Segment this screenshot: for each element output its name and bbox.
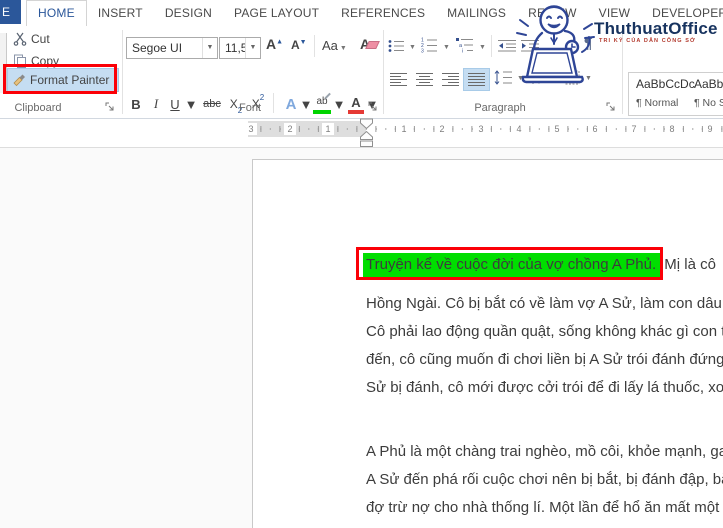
ruler-number: 1 — [322, 123, 334, 135]
text-line[interactable]: A Phủ là một chàng trai nghèo, mồ côi, k… — [366, 438, 723, 466]
multilevel-dropdown-icon[interactable]: ▼ — [479, 44, 486, 51]
ruler-number: 8 — [666, 123, 678, 135]
bullets-dropdown-icon[interactable]: ▼ — [409, 44, 416, 51]
line-spacing-button[interactable] — [494, 70, 512, 85]
cut-label: Cut — [31, 32, 50, 46]
justify-button[interactable] — [463, 68, 490, 91]
tab-file-partial[interactable]: E — [0, 0, 21, 24]
thuthuatoffice-tagline: TRI KỶ CỦA DÂN CÔNG SỞ — [599, 38, 696, 44]
paste-button-partial[interactable] — [0, 33, 7, 93]
format-painter-button[interactable]: Format Painter — [7, 68, 119, 92]
highlight-dropdown-icon[interactable]: ▼ — [333, 93, 346, 115]
mascot-illustration — [514, 0, 614, 92]
text-line[interactable]: Truyện kể về cuộc đời của vợ chồng A Phủ… — [363, 251, 716, 279]
style-normal-name: ¶ Normal — [636, 97, 679, 109]
clear-formatting-button[interactable]: A — [360, 36, 380, 52]
indent-markers[interactable] — [359, 118, 374, 147]
font-name-select[interactable]: Segoe UI ▼ — [126, 37, 218, 59]
text-line[interactable]: Hồng Ngài. Cô bị bắt có về làm vợ A Sử, … — [366, 290, 723, 318]
bold-button[interactable]: B — [127, 93, 145, 115]
svg-text:i: i — [462, 49, 463, 54]
font-group-label: Font — [238, 102, 261, 114]
text-line[interactable]: đến, cô cũng muốn đi chơi liền bị A Sử t… — [366, 346, 723, 374]
grow-font-button[interactable]: A▲ — [266, 36, 283, 52]
clipboard-dialog-launcher[interactable] — [105, 102, 116, 113]
paragraph-dialog-launcher[interactable] — [606, 102, 617, 113]
ruler-number: 3 — [475, 123, 487, 135]
ruler-number: 6 — [589, 123, 601, 135]
font-size-dropdown-icon: ▼ — [245, 38, 260, 58]
text-line[interactable]: Cô phải lao động quần quật, sống không k… — [366, 318, 723, 346]
highlighted-sentence[interactable]: Truyện kể về cuộc đời của vợ chồng A Phủ… — [363, 253, 661, 277]
tab-home[interactable]: HOME — [26, 0, 87, 26]
font-dialog-launcher[interactable] — [368, 102, 379, 113]
tab-page-layout[interactable]: PAGE LAYOUT — [223, 0, 330, 25]
font-name-value: Segoe UI — [132, 41, 183, 55]
text-effects-dropdown-icon[interactable]: ▼ — [300, 93, 313, 115]
style-normal[interactable]: AaBbCcDc ¶ Normal — [629, 73, 695, 115]
font-size-value: 11,5 — [225, 41, 245, 55]
style-normal-preview: AaBbCcDc — [636, 77, 695, 91]
tab-insert[interactable]: INSERT — [87, 0, 154, 25]
highlight-color-button[interactable]: ab — [312, 92, 332, 115]
align-center-button[interactable] — [412, 69, 437, 90]
text-line[interactable]: đợ trừ nợ cho nhà thống lí. Một lần để h… — [366, 494, 719, 522]
shrink-font-button[interactable]: A▼ — [291, 38, 307, 52]
font-size-select[interactable]: 11,5 ▼ — [219, 37, 261, 59]
change-case-dropdown-icon: ▼ — [339, 45, 347, 52]
grow-font-arrow-icon: ▲ — [276, 38, 284, 46]
svg-text:3: 3 — [421, 49, 424, 54]
style-no-spacing[interactable]: AaBb ¶ No S — [682, 73, 723, 115]
underline-dropdown-icon[interactable]: ▼ — [185, 93, 198, 115]
copy-button[interactable]: Copy — [13, 54, 59, 68]
clipboard-group-label: Clipboard — [14, 102, 62, 114]
eraser-icon — [365, 41, 380, 49]
numbering-button[interactable]: 123 — [421, 37, 438, 53]
change-case-button[interactable]: Aa ▼ — [322, 38, 347, 53]
horizontal-ruler[interactable]: 3 2 1 1 2 3 4 5 6 7 8 9 — [245, 121, 723, 137]
align-left-button[interactable] — [386, 69, 411, 90]
cut-button[interactable]: Cut — [13, 32, 50, 46]
thuthuatoffice-logo: ThuthuatOffice — [594, 19, 718, 38]
font-color-swatch — [348, 110, 364, 114]
underline-button[interactable]: U — [167, 93, 183, 115]
format-painter-label: Format Painter — [30, 73, 110, 87]
format-painter-brush-icon — [12, 73, 26, 87]
paragraph-group-label: Paragraph — [474, 102, 526, 114]
bullets-button[interactable] — [388, 39, 405, 53]
ruler-number: 4 — [513, 123, 525, 135]
ruler-number: 5 — [551, 123, 563, 135]
copy-label: Copy — [31, 54, 60, 68]
ruler-number: 3 — [245, 123, 257, 135]
shrink-font-arrow-icon: ▼ — [299, 39, 307, 46]
tab-mailings[interactable]: MAILINGS — [436, 0, 517, 25]
text-line[interactable]: Sử bị đánh, cô mới được cởi trói để đi l… — [366, 374, 723, 402]
italic-button[interactable]: I — [148, 93, 164, 115]
word-window: E HOME INSERT DESIGN PAGE LAYOUT REFEREN… — [0, 0, 723, 528]
ruler-number: 1 — [398, 123, 410, 135]
ruler-number: 2 — [284, 123, 296, 135]
after-highlight-text[interactable]: Mị là cô — [664, 256, 716, 273]
style-no-spacing-preview: AaBb — [694, 77, 723, 91]
tab-references[interactable]: REFERENCES — [330, 0, 436, 25]
document-area: Truyện kể về cuộc đời của vợ chồng A Phủ… — [0, 148, 723, 528]
tab-design[interactable]: DESIGN — [154, 0, 223, 25]
highlight-color-swatch — [313, 110, 331, 114]
numbering-dropdown-icon[interactable]: ▼ — [443, 44, 450, 51]
font-color-button[interactable]: A — [347, 93, 365, 115]
ruler-number: 9 — [704, 123, 716, 135]
text-line[interactable]: A Sử đến phá rối cuộc chơi nên bị bắt, b… — [366, 466, 723, 494]
styles-gallery: AaBbCcDc ¶ Normal AaBb ¶ No S — [628, 72, 723, 116]
copy-icon — [13, 54, 27, 68]
ruler-number: 2 — [436, 123, 448, 135]
font-name-dropdown-icon: ▼ — [202, 38, 217, 58]
scissors-icon — [13, 32, 27, 46]
ruler-number: 7 — [628, 123, 640, 135]
multilevel-list-button[interactable]: a i — [456, 37, 474, 53]
style-no-spacing-name: ¶ No S — [694, 97, 723, 109]
align-right-button[interactable] — [438, 69, 463, 90]
